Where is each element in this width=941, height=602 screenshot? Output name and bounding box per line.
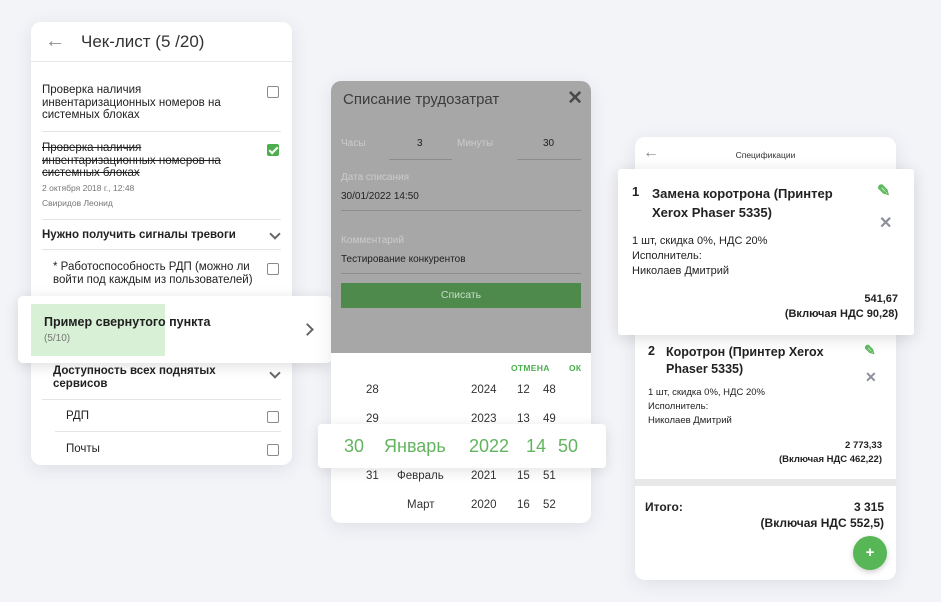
spec-item-number: 1 (632, 184, 640, 199)
spec-item-executor: Николаев Дмитрий (648, 415, 732, 426)
checklist-item-text: Почты (66, 443, 100, 455)
checklist-item[interactable]: Проверка наличия инвентаризационных номе… (42, 68, 281, 132)
picker-year[interactable]: 2024 (471, 384, 497, 396)
divider (635, 479, 896, 486)
spec-item-number: 2 (648, 344, 655, 358)
checklist-item-text: Проверка наличия инвентаризационных номе… (42, 84, 221, 121)
date-input[interactable]: 30/01/2022 14:50 (341, 191, 419, 202)
picker-month[interactable]: Февраль (397, 470, 444, 482)
pencil-icon[interactable]: ✎ (864, 342, 876, 359)
picker-day[interactable]: 31 (366, 470, 379, 482)
spec-item-vat: (Включая НДС 90,28) (784, 308, 898, 320)
picker-minute[interactable]: 48 (543, 384, 556, 396)
checkbox-icon[interactable] (267, 86, 279, 98)
minutes-input[interactable]: 30 (543, 138, 554, 149)
collapsed-item-card[interactable]: Пример свернутого пункта (5/10) (18, 296, 332, 363)
checkbox-icon[interactable] (267, 263, 279, 275)
x-icon[interactable]: ✕ (879, 213, 892, 233)
picker-cancel-button[interactable]: ОТМЕНА (511, 363, 550, 373)
picker-minute[interactable]: 52 (543, 499, 556, 511)
picker-ok-button[interactable]: ОК (569, 363, 581, 373)
spec-item-executor-label: Исполнитель: (632, 250, 702, 262)
date-underline (341, 210, 581, 211)
chevron-right-icon[interactable] (301, 323, 314, 336)
picker-selected-minute[interactable]: 50 (558, 436, 578, 457)
picker-year[interactable]: 2020 (471, 499, 497, 511)
checklist-item[interactable]: Почты (55, 432, 281, 464)
spec-item-name: Замена коротрона (Принтер Xerox Phaser 5… (652, 186, 833, 220)
spec-item-price: 2 773,33 (845, 440, 882, 451)
minutes-underline (517, 159, 581, 160)
checklist-item[interactable]: РДП (55, 400, 281, 432)
picker-year[interactable]: 2021 (471, 470, 497, 482)
checklist-card: ← Чек-лист (5 /20) Проверка наличия инве… (31, 22, 292, 465)
spec-item-name: Коротрон (Принтер Xerox Phaser 5335) (666, 345, 824, 376)
x-icon[interactable]: ✕ (865, 369, 877, 386)
picker-hour[interactable]: 12 (517, 384, 530, 396)
checklist-group-title: Нужно получить сигналы тревоги (42, 229, 236, 241)
collapsed-item-count: (5/10) (44, 333, 71, 344)
picker-selected-year[interactable]: 2022 (469, 436, 509, 457)
minutes-label: Минуты (457, 138, 494, 149)
picker-selected-hour[interactable]: 14 (526, 436, 546, 457)
spec-header: ← Спецификации (635, 137, 896, 170)
total-vat: (Включая НДС 552,5) (760, 516, 884, 530)
picker-selected-day[interactable]: 30 (344, 436, 364, 457)
writeoff-form-overlay: Списание трудозатрат ✕ Часы 3 Минуты 30 … (331, 81, 591, 353)
spec-item-executor-label: Исполнитель: (648, 401, 709, 412)
picker-selected-month[interactable]: Январь (384, 436, 446, 457)
back-arrow-icon[interactable]: ← (45, 30, 81, 53)
checklist-item-author: Свиридов Леонид (42, 198, 113, 208)
close-icon[interactable]: ✕ (567, 87, 583, 110)
hours-input[interactable]: 3 (417, 138, 423, 149)
checklist-item-text: РДП (66, 410, 89, 422)
comment-underline (341, 273, 581, 274)
spec-item-price: 541,67 (864, 293, 898, 305)
spec-item-vat: (Включая НДС 462,22) (778, 454, 882, 465)
add-button[interactable]: + (853, 536, 887, 570)
total-value: 3 315 (853, 500, 884, 514)
spec-item-details: 1 шт, скидка 0%, НДС 20% (632, 235, 768, 247)
pencil-icon[interactable]: ✎ (877, 181, 890, 201)
picker-day[interactable]: 28 (366, 384, 379, 396)
picker-hour[interactable]: 15 (517, 470, 530, 482)
picker-month[interactable]: Март (407, 499, 435, 511)
spec-item-details: 1 шт, скидка 0%, НДС 20% (648, 387, 765, 398)
checklist-item-text: Проверка наличия инвентаризационных номе… (42, 142, 221, 179)
comment-input[interactable]: Тестирование конкурентов (341, 254, 466, 265)
checklist-item-text: * Работоспособность РДП (можно ли войти … (53, 261, 253, 286)
checklist-group-title: Доступность всех поднятых сервисов (53, 365, 216, 390)
picker-selected-row[interactable]: 30 Январь 2022 14 50 (318, 424, 606, 468)
checkbox-checked-icon[interactable] (267, 144, 279, 156)
picker-minute[interactable]: 51 (543, 470, 556, 482)
chevron-down-icon[interactable] (269, 228, 281, 240)
date-label: Дата списания (341, 172, 410, 183)
checklist-title: Чек-лист (5 /20) (81, 31, 205, 51)
submit-button[interactable]: Списать (341, 283, 581, 308)
checklist-header: ← Чек-лист (5 /20) (31, 22, 292, 62)
dialog-title: Списание трудозатрат (343, 91, 500, 108)
checklist-group[interactable]: Нужно получить сигналы тревоги (42, 220, 281, 250)
checklist-item-date: 2 октября 2018 г., 12:48 (42, 183, 135, 193)
spec-title: Спецификации (735, 150, 796, 160)
checklist-item-done[interactable]: Проверка наличия инвентаризационных номе… (42, 132, 281, 220)
picker-hour[interactable]: 16 (517, 499, 530, 511)
total-label: Итого: (645, 500, 683, 514)
spec-item-card[interactable]: 1 Замена коротрона (Принтер Xerox Phaser… (618, 169, 914, 335)
checkbox-icon[interactable] (267, 411, 279, 423)
checklist-group[interactable]: Доступность всех поднятых сервисов (42, 363, 281, 400)
chevron-down-icon[interactable] (269, 367, 281, 379)
collapsed-item-title: Пример свернутого пункта (44, 315, 211, 329)
checkbox-icon[interactable] (267, 444, 279, 456)
comment-label: Комментарий (341, 235, 404, 246)
collapsed-item-progress (31, 304, 165, 356)
hours-underline (389, 159, 452, 160)
hours-label: Часы (341, 138, 366, 149)
spec-item-executor: Николаев Дмитрий (632, 265, 730, 277)
